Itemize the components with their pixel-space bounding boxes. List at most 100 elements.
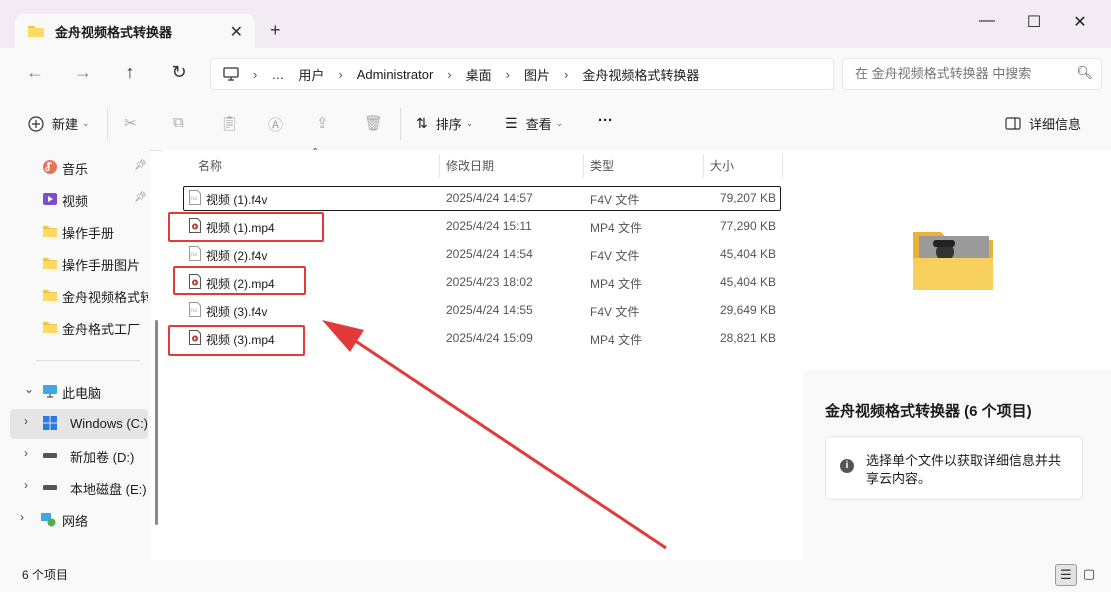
details-view-icon[interactable]: ☰ bbox=[1055, 564, 1077, 586]
minimize-button[interactable]: — bbox=[977, 12, 997, 30]
new-tab-button[interactable]: + bbox=[270, 20, 281, 41]
breadcrumb-separator: › bbox=[253, 66, 258, 82]
sidebar-item-manual-images[interactable]: 操作手册图片 bbox=[0, 249, 148, 277]
chevron-right-icon[interactable]: › bbox=[24, 478, 28, 492]
sidebar-scrollbar[interactable] bbox=[155, 320, 158, 525]
paste-icon[interactable]: 📋︎ bbox=[220, 114, 239, 132]
folder-icon bbox=[43, 226, 57, 237]
details-label: 详细信息 bbox=[1029, 117, 1082, 132]
chevron-right-icon[interactable]: › bbox=[20, 510, 24, 524]
breadcrumb-separator: › bbox=[505, 66, 510, 82]
more-button[interactable]: ··· bbox=[598, 112, 613, 129]
drive-icon bbox=[43, 485, 57, 490]
sidebar-item-drive-d[interactable]: › 新加卷 (D:) bbox=[0, 441, 148, 469]
view-label: 查看 bbox=[525, 117, 552, 132]
column-header-type[interactable]: 类型 bbox=[590, 150, 614, 180]
breadcrumb-desktop[interactable]: 桌面 bbox=[466, 65, 492, 84]
sidebar-item-format-factory[interactable]: 金舟格式工厂 bbox=[0, 313, 148, 341]
sidebar-item-label: 此电脑 bbox=[62, 386, 102, 401]
file-type: MP4 文件 bbox=[590, 277, 643, 291]
title-bar: 金舟视频格式转换器 ✕ + — ☐ ✕ bbox=[0, 0, 1111, 48]
table-row[interactable]: FLV 视频 (1).f4v 2025/4/24 14:57 F4V 文件 79… bbox=[163, 184, 783, 212]
rename-icon[interactable]: Ⓐ bbox=[268, 114, 283, 135]
computer-icon bbox=[43, 385, 57, 398]
file-name: 视频 (1).f4v bbox=[206, 193, 268, 207]
table-row[interactable]: FLV 视频 (3).f4v 2025/4/24 14:55 F4V 文件 29… bbox=[163, 296, 783, 324]
column-header-size[interactable]: 大小 bbox=[710, 150, 734, 180]
navigation-pane: 音乐 📌︎ 视频 📌︎ 操作手册 操作手册图片 金舟视频格式转 金舟格式工厂 ⌄… bbox=[0, 150, 150, 560]
tab-current-folder[interactable]: 金舟视频格式转换器 ✕ bbox=[15, 14, 255, 48]
sidebar-item-drive-c[interactable]: › Windows (C:) bbox=[10, 409, 148, 439]
sidebar-item-videos[interactable]: 视频 📌︎ bbox=[0, 185, 148, 213]
sidebar-item-label: 本地磁盘 (E:) bbox=[70, 482, 147, 497]
f4v-file-icon: FLV bbox=[189, 190, 201, 205]
back-arrow-icon[interactable]: ← bbox=[24, 62, 46, 83]
plus-circle-icon bbox=[28, 115, 44, 132]
sidebar-item-this-pc[interactable]: ⌄ 此电脑 bbox=[0, 377, 148, 405]
delete-icon[interactable]: 🗑︎ bbox=[364, 114, 383, 132]
breadcrumb-current-folder[interactable]: 金舟视频格式转换器 bbox=[582, 65, 699, 84]
pin-icon[interactable]: 📌︎ bbox=[134, 160, 147, 171]
item-count: 6 个项目 bbox=[22, 568, 69, 582]
copy-icon[interactable]: ⧉ bbox=[173, 114, 184, 131]
file-list: ⌃ 名称 修改日期 类型 大小 FLV 视频 (1).f4v 2025/4/24… bbox=[163, 147, 803, 560]
sidebar-item-label: 操作手册 bbox=[62, 226, 115, 241]
column-header-name[interactable]: 名称 bbox=[198, 150, 222, 180]
breadcrumb-overflow[interactable]: … bbox=[271, 67, 284, 82]
sidebar-item-label: 金舟格式工厂 bbox=[62, 322, 141, 337]
chevron-right-icon[interactable]: › bbox=[24, 446, 28, 460]
search-input[interactable] bbox=[853, 65, 1067, 82]
f4v-file-icon: FLV bbox=[189, 246, 201, 261]
windows-drive-icon bbox=[43, 416, 57, 430]
search-icon[interactable]: 🔍︎ bbox=[1076, 65, 1093, 81]
chevron-right-icon[interactable]: › bbox=[24, 414, 28, 428]
breadcrumb-pictures[interactable]: 图片 bbox=[524, 65, 550, 84]
chevron-down-icon: ⌄ bbox=[82, 118, 90, 128]
file-name: 视频 (3).f4v bbox=[206, 305, 268, 319]
breadcrumb-administrator[interactable]: Administrator bbox=[357, 67, 434, 82]
folder-icon bbox=[28, 26, 44, 37]
music-icon bbox=[43, 160, 57, 174]
address-bar[interactable]: › … 用户 › Administrator › 桌面 › 图片 › 金舟视频格… bbox=[210, 58, 834, 90]
computer-icon bbox=[223, 67, 239, 81]
sidebar-item-network[interactable]: › 网络 bbox=[0, 505, 148, 533]
sort-button[interactable]: ⇅ 排序 ⌄ bbox=[416, 114, 473, 133]
new-button[interactable]: 新建 ⌄ bbox=[28, 114, 90, 133]
up-arrow-icon[interactable]: ↑ bbox=[119, 62, 141, 83]
sidebar-item-label: Windows (C:) bbox=[70, 416, 148, 431]
maximize-button[interactable]: ☐ bbox=[1024, 12, 1044, 32]
view-button[interactable]: ☰ 查看 ⌄ bbox=[505, 114, 563, 133]
breadcrumb-users[interactable]: 用户 bbox=[298, 65, 324, 84]
chevron-down-icon[interactable]: ⌄ bbox=[24, 382, 34, 396]
sort-label: 排序 bbox=[435, 117, 462, 132]
close-tab-icon[interactable]: ✕ bbox=[230, 22, 243, 42]
sidebar-item-label: 新加卷 (D:) bbox=[70, 450, 135, 465]
cut-icon[interactable]: ✂ bbox=[124, 114, 137, 132]
column-divider[interactable] bbox=[583, 154, 584, 178]
divider bbox=[400, 108, 401, 140]
sidebar-item-label: 操作手册图片 bbox=[62, 258, 141, 273]
sort-icon: ⇅ bbox=[416, 115, 428, 131]
column-divider[interactable] bbox=[782, 154, 783, 178]
share-icon[interactable]: ⇪ bbox=[316, 114, 329, 132]
search-box[interactable]: 🔍︎ bbox=[842, 58, 1102, 90]
pin-icon[interactable]: 📌︎ bbox=[134, 192, 147, 203]
column-divider[interactable] bbox=[703, 154, 704, 178]
sidebar-item-music[interactable]: 音乐 📌︎ bbox=[0, 153, 148, 181]
column-header-date[interactable]: 修改日期 bbox=[446, 150, 494, 180]
forward-arrow-icon[interactable]: → bbox=[72, 62, 94, 83]
sidebar-item-manual[interactable]: 操作手册 bbox=[0, 217, 148, 245]
sidebar-item-drive-e[interactable]: › 本地磁盘 (E:) bbox=[0, 473, 148, 501]
info-icon: i bbox=[840, 459, 854, 473]
details-pane-button[interactable]: 详细信息 bbox=[1005, 114, 1081, 133]
sidebar-item-label: 网络 bbox=[62, 514, 89, 529]
close-window-button[interactable]: ✕ bbox=[1070, 12, 1090, 32]
column-divider[interactable] bbox=[439, 154, 440, 178]
file-date: 2025/4/24 15:11 bbox=[446, 219, 532, 233]
tiles-view-icon[interactable]: ▢ bbox=[1079, 564, 1099, 584]
folder-icon bbox=[43, 290, 57, 301]
navigation-bar: ← → ↑ ↻ › … 用户 › Administrator › 桌面 › 图片… bbox=[0, 48, 1111, 98]
table-row[interactable]: FLV 视频 (2).f4v 2025/4/24 14:54 F4V 文件 45… bbox=[163, 240, 783, 268]
sidebar-item-video-converter[interactable]: 金舟视频格式转 bbox=[0, 281, 148, 309]
refresh-icon[interactable]: ↻ bbox=[168, 62, 190, 83]
